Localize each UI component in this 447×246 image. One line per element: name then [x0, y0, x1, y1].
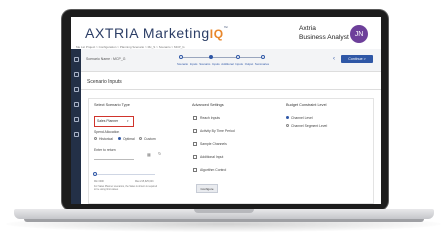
spend-allocation-label: Spend Allocation — [94, 130, 120, 134]
user-role: Business Analyst — [299, 34, 349, 41]
scenario-icon[interactable] — [73, 117, 79, 122]
sample-channels-label: Sample Channels — [200, 142, 227, 146]
algorithm-control-label: Algorithm Control — [200, 168, 227, 172]
divider — [81, 89, 381, 90]
channel-level-label: Channel Level — [291, 116, 313, 120]
home-icon[interactable] — [73, 72, 79, 77]
configure-button[interactable]: Configure — [196, 184, 218, 193]
radio-custom-label: Custom — [144, 137, 156, 141]
laptop-base-foot — [24, 219, 424, 222]
app-header: AXTRIA MarketingIQ™ Axtria Business Anal… — [71, 17, 381, 47]
chevron-down-icon: ▾ — [127, 119, 129, 123]
step-4[interactable] — [261, 55, 265, 59]
slider-max: Max 215,625,643 — [135, 180, 154, 183]
checkbox-additional-input[interactable] — [193, 155, 197, 159]
sidebar — [71, 49, 81, 204]
reports-icon[interactable] — [73, 102, 79, 107]
continue-button[interactable]: Continue > — [341, 55, 373, 63]
avatar[interactable]: JN — [350, 25, 368, 43]
step-1[interactable] — [179, 55, 183, 59]
menu-icon[interactable] — [73, 57, 79, 62]
return-input[interactable] — [94, 152, 134, 160]
chevron-left-icon[interactable]: ‹ — [333, 56, 335, 62]
step-2[interactable] — [209, 55, 213, 59]
budget-title: Budget Constraint Level — [286, 103, 327, 107]
scenario-type-title: Select Scenario Type — [94, 103, 130, 107]
refresh-icon[interactable]: ↻ — [158, 151, 161, 156]
slider-note: For Sales Planner scenarios, the Sales i… — [94, 185, 158, 191]
settings-icon[interactable] — [73, 87, 79, 92]
scenario-type-value: Sales Planner — [97, 119, 119, 123]
channel-segment-label: Channel Segment Level — [291, 124, 328, 128]
advanced-settings-title: Advanced Settings — [192, 103, 224, 107]
radio-optimal-label: Optimal — [123, 137, 135, 141]
checkbox-activity-time[interactable] — [193, 129, 197, 133]
radio-historical-label: Historical — [99, 137, 113, 141]
additional-input-label: Additional Input — [200, 155, 224, 159]
checkbox-sample-channels[interactable] — [193, 142, 197, 146]
user-info: Axtria Business Analyst — [299, 24, 349, 42]
grid-icon[interactable]: ▦ — [147, 152, 151, 157]
scenario-bar: Scenario Name : MCP_G Scenario Inputs Sc… — [81, 49, 381, 72]
page-title: Scenario Inputs — [87, 79, 122, 85]
activity-time-label: Activity By Time Period — [200, 129, 235, 133]
checkbox-algorithm-control[interactable] — [193, 168, 197, 172]
chart-icon[interactable] — [73, 132, 79, 137]
stepper-labels: Scenario Inputs Scenario Inputs Addition… — [177, 62, 270, 66]
brand-logo: AXTRIA MarketingIQ™ — [85, 25, 229, 41]
user-company: Axtria — [299, 25, 316, 32]
laptop-notch — [194, 209, 254, 213]
slider-track[interactable] — [95, 174, 155, 175]
step-3[interactable] — [236, 55, 240, 59]
scenario-name: Scenario Name : MCP_G — [86, 57, 126, 61]
slider-min: Min 000K — [94, 180, 105, 183]
stepper-line — [181, 57, 263, 58]
checkbox-reach-inputs[interactable] — [193, 116, 197, 120]
reach-inputs-label: Reach Inputs — [200, 116, 220, 120]
slider-handle[interactable] — [93, 172, 97, 176]
